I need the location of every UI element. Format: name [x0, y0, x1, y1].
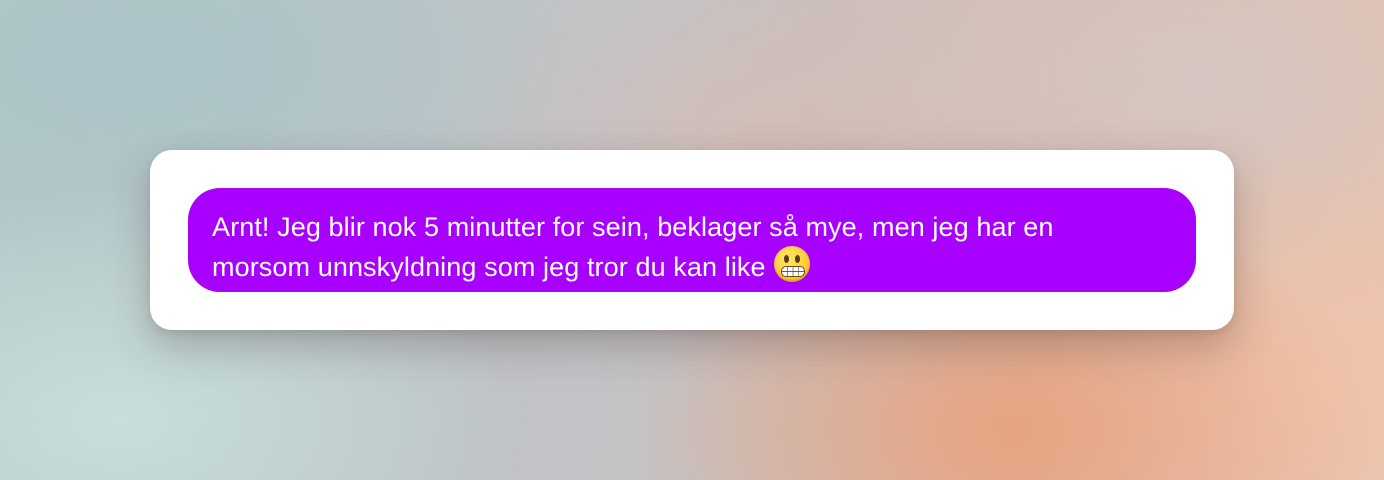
message-text-line-2-label: morsom unnskyldning som jeg tror du kan …	[212, 252, 766, 282]
emoji-teeth	[780, 266, 805, 277]
emoji-left-eye	[783, 255, 789, 263]
message-text-line-1: Arnt! Jeg blir nok 5 minutter for sein, …	[212, 212, 1054, 242]
message-card: Arnt! Jeg blir nok 5 minutter for sein, …	[150, 150, 1234, 330]
grimacing-face-emoji-icon	[773, 246, 810, 282]
message-text-line-2: morsom unnskyldning som jeg tror du kan …	[212, 246, 1172, 286]
emoji-right-eye	[794, 255, 800, 263]
message-bubble[interactable]: Arnt! Jeg blir nok 5 minutter for sein, …	[188, 188, 1196, 292]
